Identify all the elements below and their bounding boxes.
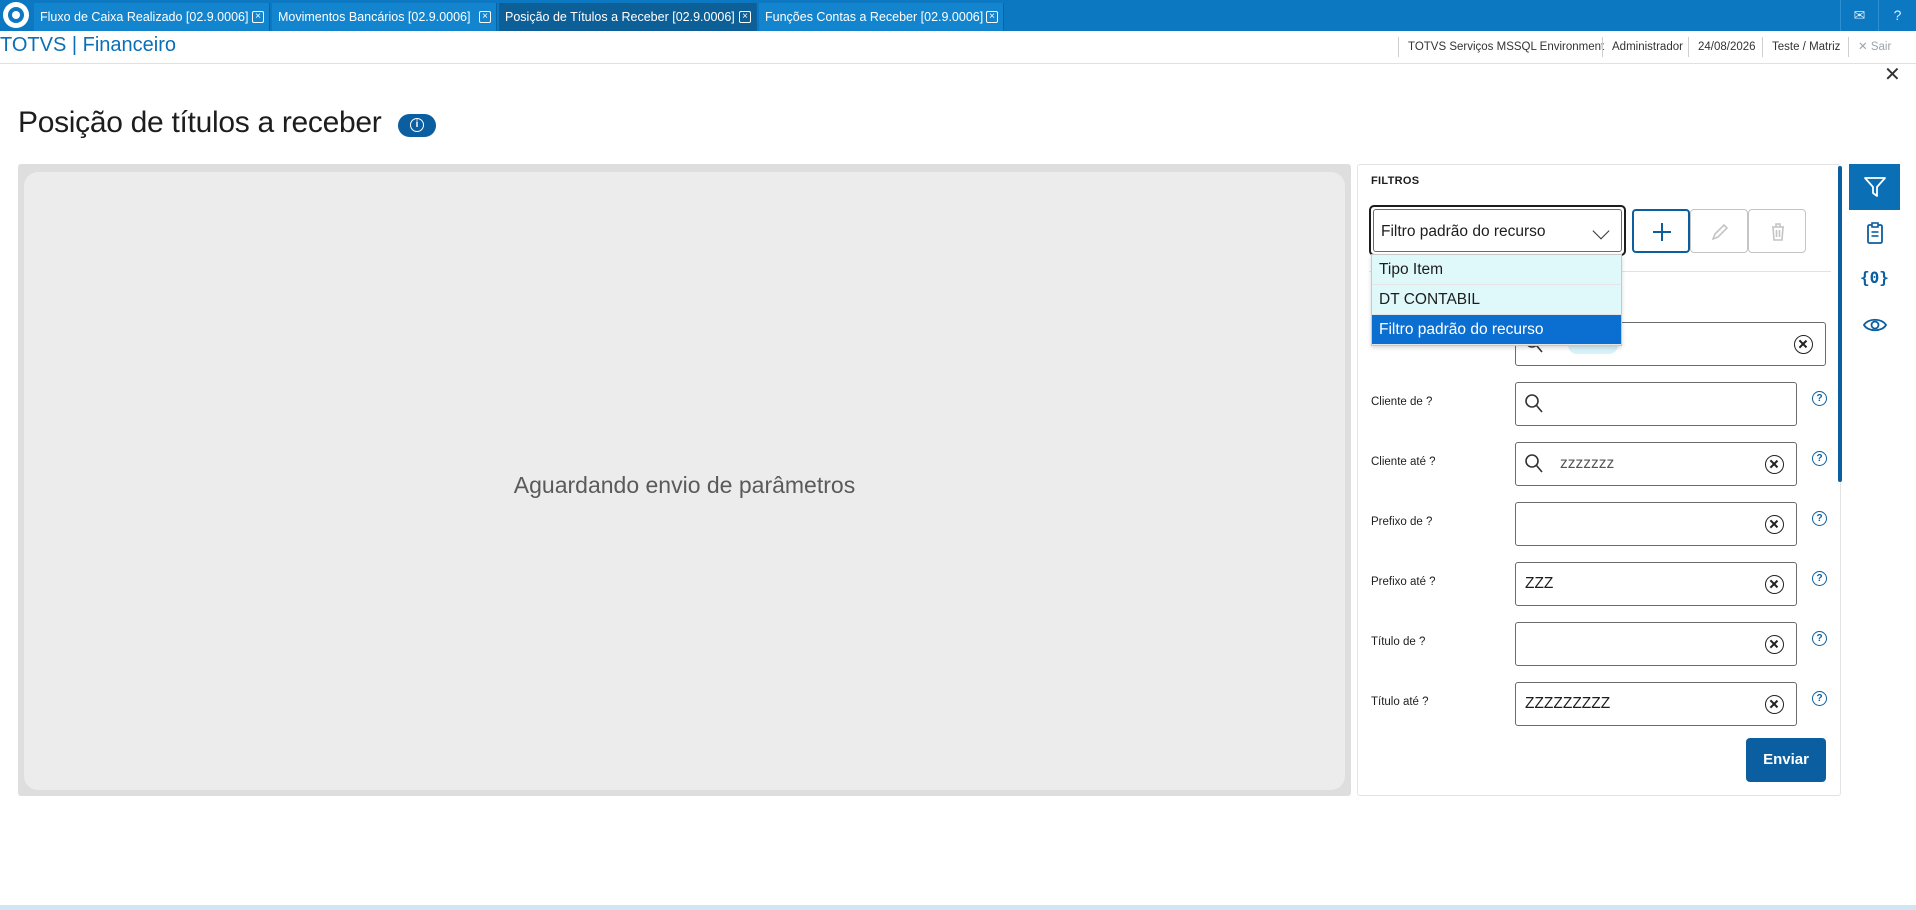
filter-preset-select[interactable]: Filtro padrão do recurso <box>1369 205 1626 256</box>
filter-preset-dropdown: Tipo Item DT CONTABIL Filtro padrão do r… <box>1371 254 1622 346</box>
close-icon[interactable]: × <box>739 11 751 23</box>
variables-icon: {0} <box>1860 268 1889 287</box>
close-icon[interactable]: × <box>986 11 998 23</box>
question-icon[interactable]: ? <box>1812 631 1827 646</box>
filter-preset-value: Filtro padrão do recurso <box>1381 223 1546 240</box>
header-bar: TOTVS | Financeiro TOTVS Serviços MSSQL … <box>0 31 1916 64</box>
field-label: Prefixo até ? <box>1371 576 1436 588</box>
tab-label: Fluxo de Caixa Realizado [02.9.0006] <box>40 10 249 24</box>
field-label: Cliente até ? <box>1371 456 1436 468</box>
clear-icon[interactable] <box>1765 635 1784 654</box>
titulo-ate-input[interactable]: ZZZZZZZZZ <box>1515 682 1797 726</box>
close-icon[interactable]: × <box>479 11 491 23</box>
app-title: TOTVS | Financeiro <box>0 34 176 56</box>
delete-filter-button[interactable] <box>1748 209 1806 253</box>
search-icon <box>1525 454 1543 473</box>
titulo-de-input[interactable] <box>1515 622 1797 666</box>
field-value: zzzzzzz <box>1560 455 1615 472</box>
tab-movimentos-bancarios[interactable]: Movimentos Bancários [02.9.0006] × <box>272 3 497 31</box>
cliente-ate-input[interactable]: zzzzzzz <box>1515 442 1797 486</box>
pencil-icon <box>1711 223 1729 241</box>
tab-label: Movimentos Bancários [02.9.0006] <box>278 10 471 24</box>
branch-info: Teste / Matriz <box>1762 37 1849 57</box>
plus-icon <box>1653 223 1671 241</box>
prefixo-ate-input[interactable]: ZZZ <box>1515 562 1797 606</box>
bottom-border <box>0 905 1916 910</box>
info-icon: i <box>410 118 424 132</box>
question-icon[interactable]: ? <box>1812 451 1827 466</box>
logout-button[interactable]: ✕ Sair <box>1848 37 1900 57</box>
logout-label: Sair <box>1870 41 1892 53</box>
add-filter-button[interactable] <box>1632 209 1690 253</box>
question-icon[interactable]: ? <box>1812 511 1827 526</box>
mail-icon[interactable]: ✉ <box>1840 0 1878 31</box>
clear-icon[interactable] <box>1765 575 1784 594</box>
send-button[interactable]: Enviar <box>1746 738 1826 782</box>
rail-filter-button[interactable] <box>1849 164 1900 210</box>
clipboard-icon <box>1867 222 1883 244</box>
question-icon[interactable]: ? <box>1812 391 1827 406</box>
cliente-de-input[interactable] <box>1515 382 1797 426</box>
trash-icon <box>1772 223 1784 241</box>
question-icon[interactable]: ? <box>1812 691 1827 706</box>
report-placeholder: Aguardando envio de parâmetros <box>24 172 1345 790</box>
tab-posicao-titulos[interactable]: Posição de Títulos a Receber [02.9.0006]… <box>499 3 757 31</box>
clear-icon[interactable] <box>1794 335 1813 354</box>
field-label: Cliente de ? <box>1371 396 1433 408</box>
filter-icon <box>1864 177 1886 197</box>
rail-clipboard-button[interactable] <box>1849 210 1900 256</box>
eye-icon <box>1863 318 1887 332</box>
field-value: ZZZZZZZZZ <box>1525 695 1611 712</box>
field-label: Título de ? <box>1371 636 1426 648</box>
field-label: Prefixo de ? <box>1371 516 1433 528</box>
clear-icon[interactable] <box>1765 515 1784 534</box>
rail-view-button[interactable] <box>1849 302 1900 348</box>
environment-info: TOTVS Serviços MSSQL Environment <box>1398 37 1613 57</box>
close-icon: ✕ <box>1858 41 1868 53</box>
user-info: Administrador <box>1602 37 1692 57</box>
field-value: ZZZ <box>1525 575 1554 592</box>
dropdown-option-selected[interactable]: Filtro padrão do recurso <box>1372 315 1621 345</box>
dropdown-option[interactable]: DT CONTABIL <box>1372 285 1621 315</box>
date-info: 24/08/2026 <box>1688 37 1765 57</box>
question-icon[interactable]: ? <box>1812 571 1827 586</box>
rail-variables-button[interactable]: {0} <box>1849 256 1900 302</box>
waiting-message: Aguardando envio de parâmetros <box>513 472 856 498</box>
tab-bar: Fluxo de Caixa Realizado [02.9.0006] × M… <box>0 0 1916 31</box>
search-icon <box>1525 394 1543 413</box>
clear-icon[interactable] <box>1765 455 1784 474</box>
prefixo-de-input[interactable] <box>1515 502 1797 546</box>
report-area: Aguardando envio de parâmetros <box>18 164 1351 796</box>
tab-label: Funções Contas a Receber [02.9.0006] <box>765 10 984 24</box>
page-title: Posição de títulos a receber <box>18 106 382 139</box>
close-page-button[interactable]: ✕ <box>1884 65 1901 85</box>
edit-filter-button[interactable] <box>1690 209 1748 253</box>
clear-icon[interactable] <box>1765 695 1784 714</box>
chevron-down-icon <box>1592 222 1610 240</box>
info-button[interactable]: i <box>398 114 436 137</box>
tab-fluxo-caixa[interactable]: Fluxo de Caixa Realizado [02.9.0006] × <box>34 3 270 31</box>
help-icon[interactable]: ? <box>1878 0 1916 31</box>
tab-label: Posição de Títulos a Receber [02.9.0006] <box>505 10 735 24</box>
filters-panel: FILTROS Filtro padrão do recurso Tipo It… <box>1357 164 1841 796</box>
dropdown-option[interactable]: Tipo Item <box>1372 255 1621 285</box>
close-icon[interactable]: × <box>252 11 264 23</box>
filters-title: FILTROS <box>1371 175 1420 187</box>
field-label: Título até ? <box>1371 696 1429 708</box>
filters-scrollbar[interactable] <box>1838 166 1842 482</box>
totvs-logo-icon[interactable] <box>3 2 29 28</box>
tab-funcoes-contas[interactable]: Funções Contas a Receber [02.9.0006] × <box>759 3 1004 31</box>
